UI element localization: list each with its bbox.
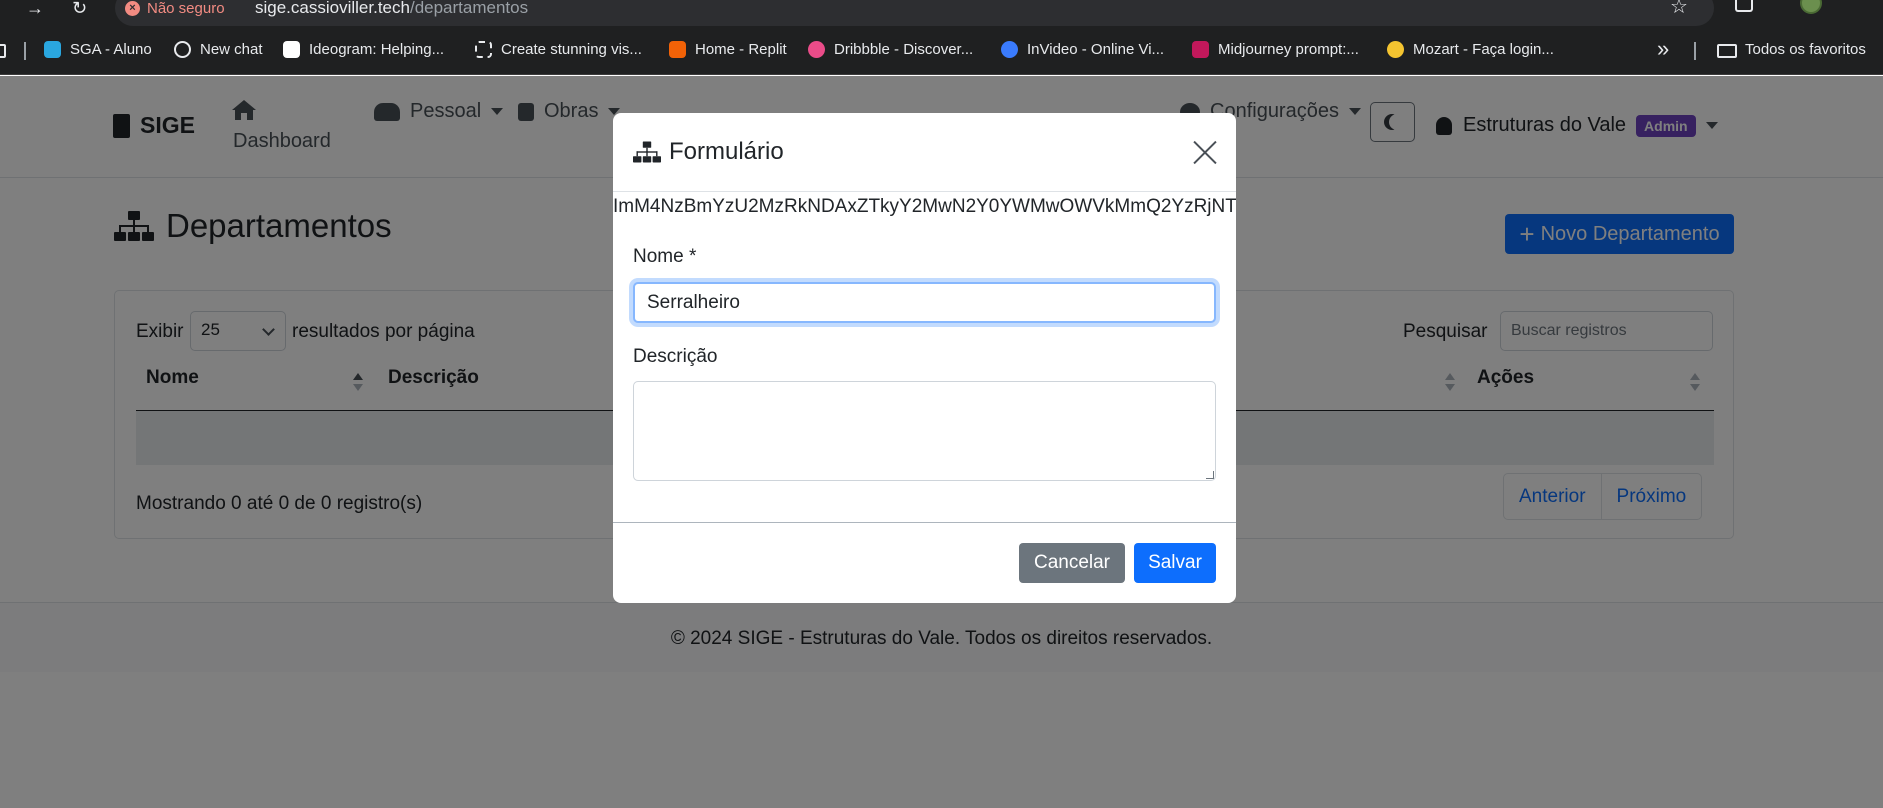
extensions-icon[interactable] bbox=[1735, 0, 1753, 12]
bookmark-item[interactable]: SGA - Aluno bbox=[44, 41, 152, 58]
bookmark-label: Mozart - Faça login... bbox=[1413, 41, 1554, 58]
bookmark-item[interactable]: Ideogram: Helping... bbox=[283, 41, 444, 58]
bookmark-label: Ideogram: Helping... bbox=[309, 41, 445, 58]
bookmark-favicon-icon bbox=[1387, 41, 1404, 58]
bookmark-star-icon[interactable]: ☆ bbox=[1670, 0, 1688, 17]
bookmark-item[interactable]: Mozart - Faça login... bbox=[1387, 41, 1554, 58]
bookmark-label: Create stunning vis... bbox=[501, 41, 642, 58]
bookmark-label: Dribbble - Discover... bbox=[834, 41, 974, 58]
reload-icon[interactable]: ↻ bbox=[72, 0, 87, 17]
bookmark-favicon-icon bbox=[475, 41, 492, 58]
bookmark-label: Midjourney prompt:... bbox=[1218, 41, 1359, 58]
sitemap-icon bbox=[633, 141, 661, 163]
modal-header: Formulário bbox=[613, 113, 1236, 192]
modal-title-text: Formulário bbox=[669, 138, 784, 165]
bookmark-label: SGA - Aluno bbox=[70, 41, 152, 58]
security-label: Não seguro bbox=[147, 0, 225, 17]
bookmark-separator bbox=[1694, 42, 1696, 60]
profile-avatar[interactable] bbox=[1800, 0, 1822, 14]
resize-handle-icon[interactable] bbox=[1206, 471, 1214, 479]
bookmark-item[interactable]: InVideo - Online Vi... bbox=[1001, 41, 1164, 58]
more-bookmarks-icon[interactable]: » bbox=[1657, 36, 1669, 62]
bookmark-item[interactable]: Midjourney prompt:... bbox=[1192, 41, 1359, 58]
apps-icon[interactable] bbox=[0, 44, 6, 58]
bookmark-favicon-icon bbox=[174, 41, 191, 58]
bookmark-separator bbox=[24, 42, 26, 60]
description-label: Descrição bbox=[633, 346, 718, 367]
bookmark-item[interactable]: New chat bbox=[174, 41, 263, 58]
security-indicator[interactable]: × Não seguro bbox=[125, 0, 225, 17]
browser-toolbar: → ↻ × Não seguro sige.cassioviller.tech/… bbox=[0, 0, 1883, 27]
bookmark-label: New chat bbox=[200, 41, 263, 58]
description-textarea[interactable] bbox=[633, 381, 1216, 481]
cancel-button[interactable]: Cancelar bbox=[1019, 543, 1125, 583]
department-form-modal: Formulário ImM4NzBmYzU2MzRkNDAxZTkyY2MwN… bbox=[613, 113, 1236, 603]
warning-icon: × bbox=[125, 1, 140, 16]
bookmark-favicon-icon bbox=[283, 41, 300, 58]
close-icon[interactable] bbox=[1193, 140, 1218, 165]
all-bookmarks-label: Todos os favoritos bbox=[1745, 41, 1866, 58]
name-input[interactable] bbox=[633, 282, 1216, 323]
url-text[interactable]: sige.cassioviller.tech/departamentos bbox=[255, 0, 529, 17]
bookmark-item[interactable]: Home - Replit bbox=[669, 41, 787, 58]
modal-title: Formulário bbox=[633, 138, 784, 166]
bookmark-item[interactable]: Dribbble - Discover... bbox=[808, 41, 973, 58]
forward-icon[interactable]: → bbox=[26, 0, 44, 17]
folder-icon bbox=[1717, 44, 1737, 58]
bookmark-favicon-icon bbox=[44, 41, 61, 58]
bookmark-favicon-icon bbox=[1192, 41, 1209, 58]
url-path: /departamentos bbox=[409, 0, 529, 17]
bookmark-favicon-icon bbox=[1001, 41, 1018, 58]
bookmark-label: Home - Replit bbox=[695, 41, 787, 58]
bookmark-favicon-icon bbox=[669, 41, 686, 58]
url-host: sige.cassioviller.tech bbox=[255, 0, 410, 17]
bookmark-item[interactable]: Create stunning vis... bbox=[475, 41, 642, 58]
modal-footer-divider bbox=[613, 522, 1236, 523]
bookmark-favicon-icon bbox=[808, 41, 825, 58]
save-button[interactable]: Salvar bbox=[1134, 543, 1216, 583]
bookmarks-bar: SGA - Aluno New chat Ideogram: Helping..… bbox=[0, 27, 1883, 75]
name-label: Nome * bbox=[633, 246, 697, 267]
csrf-token-text: ImM4NzBmYzU2MzRkNDAxZTkyY2MwN2Y0YWMwOWVk… bbox=[613, 196, 1236, 217]
all-bookmarks[interactable]: Todos os favoritos bbox=[1745, 41, 1866, 58]
bookmark-label: InVideo - Online Vi... bbox=[1027, 41, 1165, 58]
